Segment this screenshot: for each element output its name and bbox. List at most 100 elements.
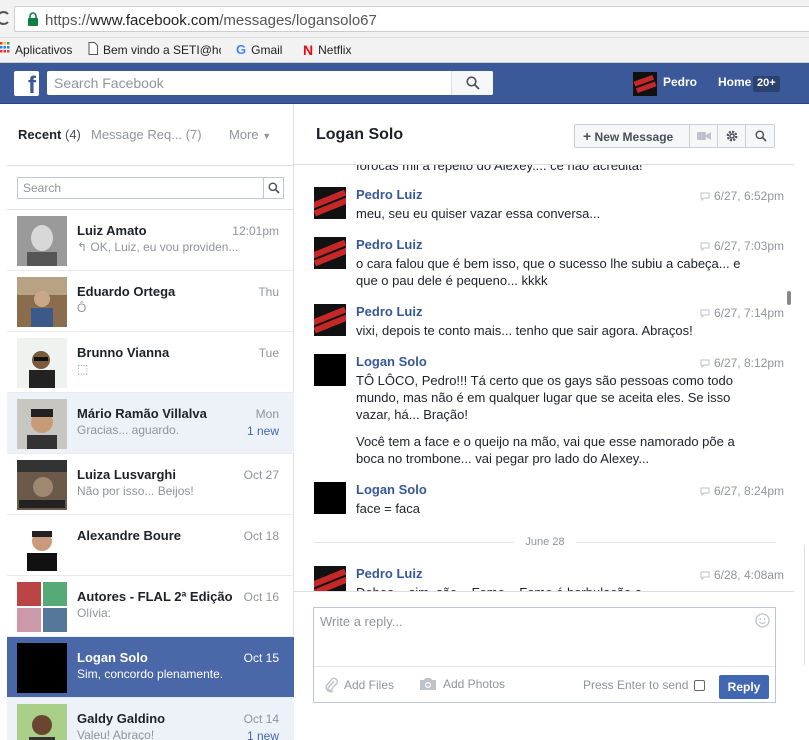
bookmark-gmail[interactable]: G Gmail <box>236 42 282 57</box>
thread-item[interactable]: Brunno Vianna ⬚ Tue <box>7 332 294 393</box>
message-scrollbar[interactable] <box>787 291 791 305</box>
sender-name[interactable]: Pedro Luiz <box>356 566 422 581</box>
thread-time: Oct 15 <box>243 651 279 665</box>
thread-item[interactable]: Luiz Amato ↰ OK, Luiz, eu vou providen...… <box>7 210 294 271</box>
sender-avatar[interactable] <box>314 354 346 386</box>
reply-composer: Add Files Add Photos Press Enter to send… <box>313 607 776 703</box>
message-timestamp: 6/27, 7:14pm <box>700 306 784 320</box>
thread-name: Luiza Lusvarghi <box>77 467 176 482</box>
message-bubble-icon <box>700 309 710 319</box>
address-bar[interactable]: https://www.facebook.com/messages/logans… <box>14 6 809 32</box>
thread-item[interactable]: Mário Ramão Villalva Gracias... aguardo. M… <box>7 393 294 454</box>
thread-item[interactable]: Autores - FLAL 2ª Edição Olívia: Oct 16 <box>7 576 294 637</box>
thread-avatar <box>17 460 67 510</box>
thread-search-input[interactable] <box>18 178 263 198</box>
tab-message-requests[interactable]: Message Req... (7) <box>91 127 202 142</box>
emoji-button[interactable] <box>755 613 770 631</box>
url-text: https://www.facebook.com/messages/logans… <box>45 12 377 29</box>
message-body: TÔ LÔCO, Pedro!!! Tá certo que os gays s… <box>356 372 756 477</box>
bookmark-seti[interactable]: Bem vindo a SETI@hc <box>88 42 221 58</box>
thread-item[interactable]: Luiza Lusvarghi Não por isso... Beijos! Oc… <box>7 454 294 515</box>
thread-avatar <box>17 704 67 740</box>
new-message-button[interactable]: + New Message <box>575 125 690 147</box>
thread-name: Logan Solo <box>77 650 148 665</box>
press-enter-checkbox[interactable] <box>694 679 706 691</box>
thread-avatar <box>17 643 67 693</box>
sender-name[interactable]: Pedro Luiz <box>356 187 422 202</box>
message-timestamp: 6/27, 8:24pm <box>700 484 784 498</box>
sender-avatar[interactable] <box>314 237 346 269</box>
thread-item[interactable]: Alexandre Boure Oct 18 <box>7 515 294 576</box>
search-conversation-button[interactable] <box>746 125 774 147</box>
partial-message-text: forocas mil a repeito do Alexey.... ce n… <box>356 165 643 173</box>
reply-input[interactable] <box>314 608 754 666</box>
thread-time: Oct 18 <box>243 529 279 543</box>
add-photos-button[interactable]: Add Photos <box>419 677 505 691</box>
thread-preview: Valeu! Abraço! <box>77 728 155 740</box>
sender-avatar[interactable] <box>314 566 346 591</box>
thread-avatar <box>17 338 67 388</box>
search-button[interactable] <box>451 71 493 95</box>
search-icon <box>755 130 767 142</box>
facebook-search <box>47 71 493 95</box>
bookmark-netflix[interactable]: N Netflix <box>303 42 351 58</box>
reload-icon[interactable] <box>0 9 10 27</box>
message-text: meu, seu eu quiser vazar essa conversa..… <box>356 206 601 221</box>
message-body: vixi, depois te conto mais... tenho que … <box>356 322 756 349</box>
thread-item[interactable]: Logan Solo Sim, concordo plenamente. Oct 1… <box>7 637 294 698</box>
add-files-button[interactable]: Add Files <box>324 677 394 693</box>
facebook-top-bar: f Pedro Home 20+ <box>0 63 809 104</box>
sender-avatar[interactable] <box>314 482 346 514</box>
reply-button[interactable]: Reply <box>719 675 769 699</box>
thread-name: Brunno Vianna <box>77 345 170 360</box>
video-camera-icon <box>697 132 711 140</box>
message-timestamp: 6/27, 8:12pm <box>700 356 784 370</box>
facebook-logo-icon[interactable]: f <box>14 71 39 96</box>
bookmark-apps[interactable]: Aplicativos <box>0 42 72 57</box>
message-text: Deboa... sim, são... Fome... Fome é borb… <box>356 584 756 591</box>
thread-time: Thu <box>258 285 279 299</box>
netflix-icon: N <box>303 42 314 58</box>
user-avatar[interactable] <box>633 72 657 96</box>
settings-button[interactable] <box>718 125 746 147</box>
paperclip-icon <box>325 677 338 693</box>
apps-grid-icon <box>0 42 10 57</box>
thread-time: Tue <box>258 346 279 360</box>
message-bubble-icon <box>700 192 710 202</box>
video-call-button[interactable] <box>690 125 718 147</box>
press-enter-toggle[interactable]: Press Enter to send <box>583 678 706 692</box>
sender-name[interactable]: Logan Solo <box>356 354 427 369</box>
sender-name[interactable]: Pedro Luiz <box>356 237 422 252</box>
user-name-link[interactable]: Pedro <box>663 75 697 89</box>
tab-more[interactable]: More ▼ <box>229 127 271 142</box>
message-text: TÔ LÔCO, Pedro!!! Tá certo que os gays s… <box>356 373 733 422</box>
thread-preview: Gracias... aguardo. <box>77 423 180 437</box>
thread-item[interactable]: Galdy Galdino Valeu! Abraço! Oct 14 1 new <box>7 698 294 740</box>
thread-new-badge: 1 new <box>246 729 279 740</box>
facebook-search-input[interactable] <box>47 71 451 95</box>
thread-time: Oct 16 <box>243 590 279 604</box>
thread-search <box>17 177 284 199</box>
bookmarks-bar: Aplicativos Bem vindo a SETI@hc G Gmail … <box>0 38 809 63</box>
sender-avatar[interactable] <box>314 187 346 219</box>
message-text: vixi, depois te conto mais... tenho que … <box>356 323 693 338</box>
message-bubble-icon <box>700 359 710 369</box>
thread-search-button[interactable] <box>263 178 283 198</box>
sender-name[interactable]: Logan Solo <box>356 482 427 497</box>
home-link[interactable]: Home <box>718 75 751 89</box>
message-timestamp: 6/28, 4:08am <box>700 568 784 582</box>
tab-recent[interactable]: Recent (4) <box>18 127 81 142</box>
thread-name: Autores - FLAL 2ª Edição <box>77 589 233 604</box>
thread-item[interactable]: Eduardo Ortega Ô Thu <box>7 271 294 332</box>
composer-actions: Add Files Add Photos Press Enter to send… <box>314 666 775 702</box>
thread-preview: ↰ OK, Luiz, eu vou providen... <box>77 240 239 254</box>
sender-name[interactable]: Pedro Luiz <box>356 304 422 319</box>
thread-time: Oct 27 <box>243 468 279 482</box>
thread-preview: Não por isso... Beijos! <box>77 484 194 498</box>
sender-avatar[interactable] <box>314 304 346 336</box>
thread-preview: Sim, concordo plenamente. <box>77 667 224 681</box>
message-body: Deboa... sim, são... Fome... Fome é borb… <box>356 584 756 591</box>
thread-name: Galdy Galdino <box>77 711 166 726</box>
home-notification-badge: 20+ <box>753 76 780 92</box>
thread-avatar <box>17 582 67 632</box>
